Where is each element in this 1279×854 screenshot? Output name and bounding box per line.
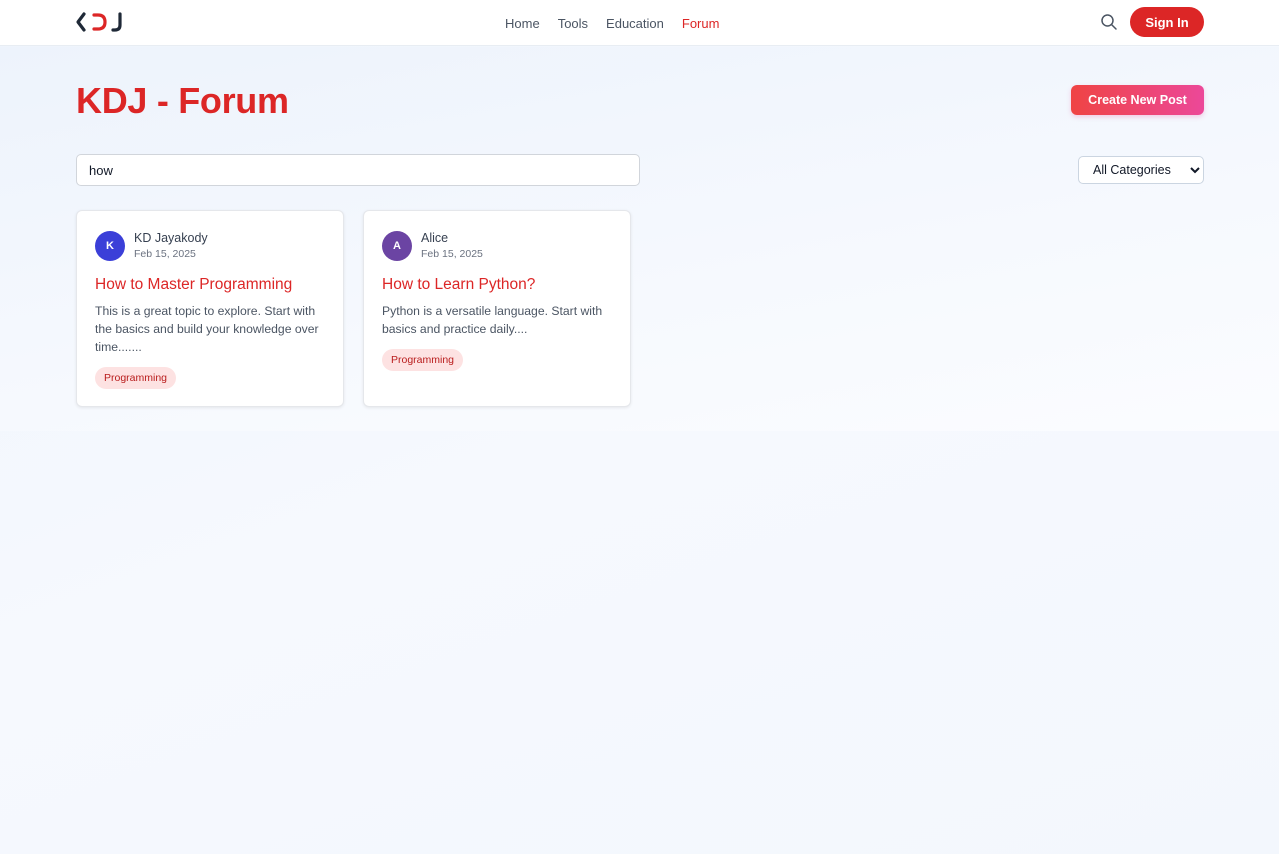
nav-tools[interactable]: Tools xyxy=(558,16,588,31)
category-tag[interactable]: Programming xyxy=(95,367,177,389)
post-excerpt: Python is a versatile language. Start wi… xyxy=(382,304,603,336)
post-author: Alice xyxy=(421,231,449,245)
category-select[interactable]: All Categories xyxy=(1078,156,1204,184)
main-nav: Home Tools Education Forum xyxy=(505,0,737,46)
post-title[interactable]: How to Master Programming xyxy=(95,276,292,294)
nav-home[interactable]: Home xyxy=(505,16,540,31)
nav-education[interactable]: Education xyxy=(606,16,664,31)
page-title: KDJ - Forum xyxy=(76,80,289,121)
nav-forum[interactable]: Forum xyxy=(682,16,720,31)
post-excerpt: This is a great topic to explore. Start … xyxy=(95,304,319,354)
search-input[interactable] xyxy=(76,154,640,186)
create-new-post-button[interactable]: Create New Post xyxy=(1071,85,1204,115)
post-card[interactable]: A Alice Feb 15, 2025 How to Learn Python… xyxy=(363,210,631,407)
post-card[interactable]: K KD Jayakody Feb 15, 2025 How to Master… xyxy=(76,210,344,407)
post-title[interactable]: How to Learn Python? xyxy=(382,276,535,294)
category-tag[interactable]: Programming xyxy=(382,349,464,371)
post-author: KD Jayakody xyxy=(134,231,208,245)
post-date: Feb 15, 2025 xyxy=(134,248,196,260)
post-date: Feb 15, 2025 xyxy=(421,248,483,260)
avatar: K xyxy=(95,231,125,261)
sign-in-button[interactable]: Sign In xyxy=(1130,7,1204,37)
avatar: A xyxy=(382,231,412,261)
search-icon[interactable] xyxy=(1100,13,1118,31)
top-navbar: Home Tools Education Forum Sign In xyxy=(0,0,1279,46)
kdj-logo-icon[interactable] xyxy=(76,11,124,33)
